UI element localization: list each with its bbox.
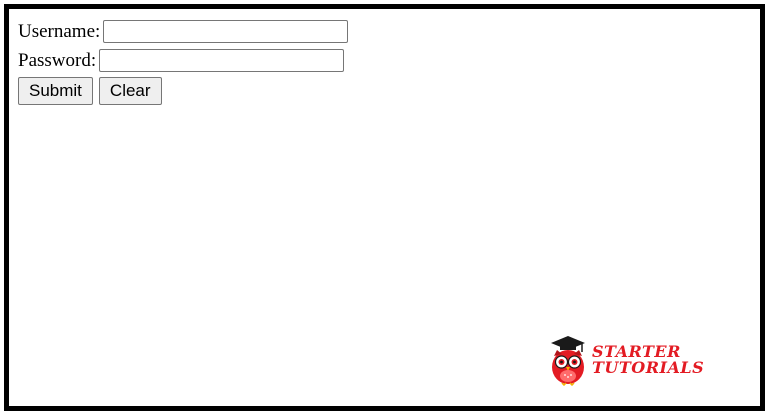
username-label: Username: xyxy=(18,20,101,42)
username-row: Username: xyxy=(18,17,349,46)
logo-line-tutorials: TUTORIALS xyxy=(592,358,705,377)
screenshot-frame: Username: Password: Submit Clear STARTER… xyxy=(4,4,765,411)
button-row: Submit Clear xyxy=(18,76,348,106)
logo-wordmark: STARTER TUTORIALS xyxy=(592,344,704,376)
owl-graduation-cap-icon xyxy=(551,336,585,386)
starter-tutorials-logo: STARTER TUTORIALS xyxy=(548,334,704,386)
username-input[interactable] xyxy=(103,20,349,43)
submit-button[interactable]: Submit xyxy=(18,77,93,105)
password-label: Password: xyxy=(18,49,97,71)
login-form: Username: Password: Submit Clear xyxy=(18,17,349,106)
clear-button[interactable]: Clear xyxy=(98,77,162,105)
password-input[interactable] xyxy=(99,49,345,72)
password-row: Password: xyxy=(18,46,348,75)
